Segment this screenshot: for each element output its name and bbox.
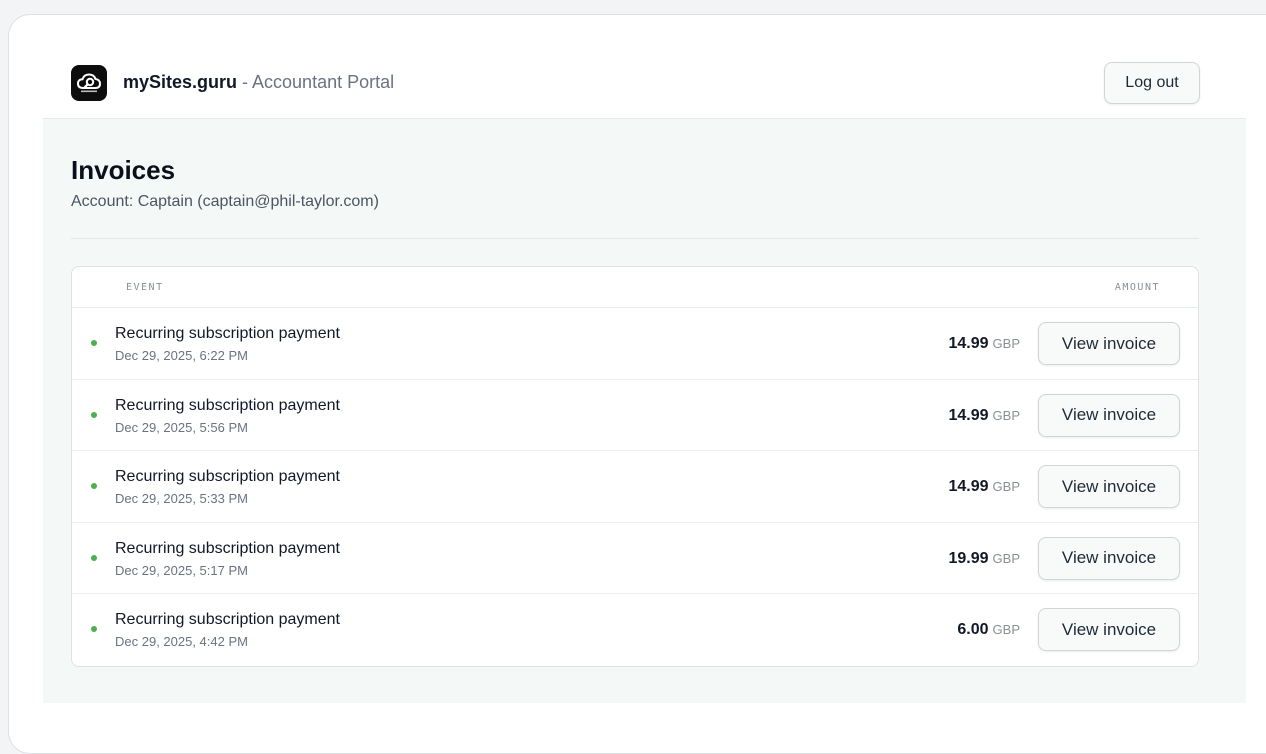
event-date: Dec 29, 2025, 5:33 PM (115, 491, 248, 507)
main-content: Invoices Account: Captain (captain@phil-… (43, 119, 1246, 703)
view-invoice-button[interactable]: View invoice (1038, 465, 1180, 509)
status-dot-icon (91, 411, 97, 418)
account-info: Account: Captain (captain@phil-taylor.co… (71, 193, 379, 210)
table-header: EVENT AMOUNT (72, 267, 1198, 308)
brand-name: mySites.guru (123, 72, 238, 92)
column-header-event: EVENT (126, 282, 164, 293)
invoices-table: EVENT AMOUNT Recurring subscription paym… (71, 266, 1199, 667)
event-title: Recurring subscription payment (115, 325, 340, 342)
view-invoice-button[interactable]: View invoice (1038, 393, 1180, 437)
divider (71, 238, 1199, 239)
view-invoice-button[interactable]: View invoice (1038, 322, 1180, 365)
table-row: Recurring subscription payment Dec 29, 2… (72, 523, 1198, 595)
amount: 14.99 GBP (948, 478, 1020, 496)
table-row: Recurring subscription payment Dec 29, 2… (72, 594, 1198, 666)
event-title: Recurring subscription payment (115, 468, 340, 486)
status-dot-icon (91, 554, 97, 561)
table-row: Recurring subscription payment Dec 29, 2… (72, 451, 1198, 523)
status-dot-icon (91, 626, 97, 633)
event-date: Dec 29, 2025, 5:56 PM (115, 419, 248, 435)
view-invoice-button[interactable]: View invoice (1038, 608, 1180, 652)
event-date: Dec 29, 2025, 5:17 PM (115, 562, 248, 578)
amount-currency: GBP (992, 479, 1020, 495)
amount-value: 14.99 (948, 478, 989, 496)
amount-currency: GBP (992, 336, 1020, 351)
amount-currency: GBP (992, 407, 1020, 423)
amount-value: 19.99 (948, 549, 989, 567)
view-invoice-button[interactable]: View invoice (1038, 536, 1180, 580)
header: mySites.guru - Accountant Portal Log out (43, 15, 1246, 119)
event-date: Dec 29, 2025, 6:22 PM (115, 348, 248, 363)
amount: 14.99 GBP (948, 335, 1020, 353)
table-row: Recurring subscription payment Dec 29, 2… (72, 308, 1198, 380)
column-header-amount: AMOUNT (1114, 282, 1160, 293)
event-date: Dec 29, 2025, 4:42 PM (115, 634, 248, 650)
amount-value: 6.00 (957, 621, 989, 639)
event-title: Recurring subscription payment (115, 396, 340, 414)
amount-currency: GBP (992, 622, 1020, 638)
amount: 14.99 GBP (948, 407, 1020, 425)
brand-suffix: - Accountant Portal (237, 72, 395, 92)
event-title: Recurring subscription payment (115, 611, 340, 629)
amount-value: 14.99 (948, 335, 989, 352)
status-dot-icon (91, 340, 97, 346)
status-dot-icon (91, 483, 97, 490)
event-title: Recurring subscription payment (115, 539, 340, 557)
app-window: mySites.guru - Accountant Portal Log out… (8, 14, 1266, 754)
logout-button[interactable]: Log out (1104, 62, 1200, 104)
page-title: Invoices (71, 155, 176, 185)
amount-value: 14.99 (948, 406, 989, 424)
amount: 19.99 GBP (948, 550, 1020, 568)
amount: 6.00 GBP (957, 621, 1020, 639)
amount-currency: GBP (992, 550, 1020, 566)
table-row: Recurring subscription payment Dec 29, 2… (72, 380, 1198, 452)
brand-title: mySites.guru - Accountant Portal (123, 72, 394, 93)
cloud-magnifier-logo-icon (71, 65, 107, 101)
